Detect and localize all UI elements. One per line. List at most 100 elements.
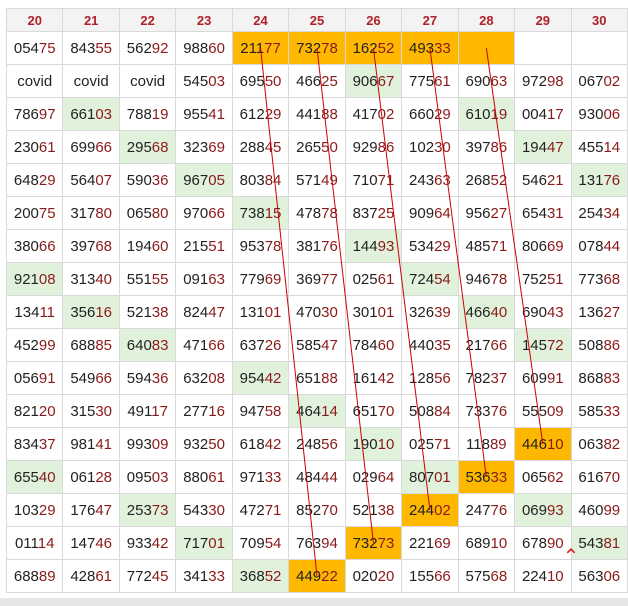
column-header: 22 bbox=[118, 8, 177, 32]
result-cell: 45514 bbox=[570, 130, 628, 164]
result-cell: 02561 bbox=[344, 262, 403, 296]
result-cell: 15566 bbox=[401, 559, 459, 593]
result-cell: 24363 bbox=[401, 163, 459, 197]
result-cell: 64829 bbox=[5, 163, 64, 197]
result-cell: 16252 bbox=[344, 31, 403, 65]
result-cell: 46414 bbox=[288, 394, 346, 428]
result-cell: 56292 bbox=[118, 31, 177, 65]
column-header: 25 bbox=[288, 8, 346, 32]
result-cell: 38066 bbox=[5, 229, 64, 263]
table-row: 23061 69966 29568 32369 28845 26550 92986 10230… bbox=[5, 130, 628, 164]
result-cell: 61670 bbox=[570, 460, 628, 494]
result-cell: 32369 bbox=[175, 130, 233, 164]
result-cell: 82120 bbox=[5, 394, 64, 428]
result-cell: 19010 bbox=[344, 427, 403, 461]
result-cell: 24856 bbox=[288, 427, 346, 461]
result-cell: 35616 bbox=[62, 295, 120, 329]
result-cell: 68910 bbox=[457, 526, 516, 560]
chevron-up-icon[interactable]: ⌃ bbox=[560, 546, 582, 568]
result-cell: 44035 bbox=[401, 328, 459, 362]
result-cell: 39768 bbox=[62, 229, 120, 263]
result-cell: 57568 bbox=[457, 559, 516, 593]
result-cell: 68885 bbox=[62, 328, 120, 362]
result-cell: 77969 bbox=[231, 262, 290, 296]
result-cell bbox=[570, 31, 628, 65]
result-cell: 76394 bbox=[288, 526, 346, 560]
table-row: 68889 42861 77245 34133 36852 44922 02020 15566… bbox=[5, 559, 628, 593]
result-cell: 93006 bbox=[570, 97, 628, 131]
result-cell: 72454 bbox=[401, 262, 459, 296]
result-cell: 06580 bbox=[118, 196, 177, 230]
result-cell: 21551 bbox=[175, 229, 233, 263]
result-cell: 06562 bbox=[514, 460, 572, 494]
result-cell: 36852 bbox=[231, 559, 290, 593]
result-cell: 48444 bbox=[288, 460, 346, 494]
result-cell: 26852 bbox=[457, 163, 516, 197]
result-cell: 90667 bbox=[344, 64, 403, 98]
column-header: 24 bbox=[231, 8, 290, 32]
result-cell: 50886 bbox=[570, 328, 628, 362]
result-cell: 88061 bbox=[175, 460, 233, 494]
result-cell: 25373 bbox=[118, 493, 177, 527]
result-cell bbox=[514, 31, 572, 65]
result-cell: 47166 bbox=[175, 328, 233, 362]
table-row: 78697 66103 78819 95541 61229 44188 41702 66029… bbox=[5, 97, 628, 131]
result-cell: 38176 bbox=[288, 229, 346, 263]
result-cell: 93342 bbox=[118, 526, 177, 560]
result-cell: 29568 bbox=[118, 130, 177, 164]
result-cell: 13411 bbox=[5, 295, 64, 329]
result-cell: 44922 bbox=[288, 559, 346, 593]
table-row: 13411 35616 52138 82447 13101 47030 30101 32639… bbox=[5, 295, 628, 329]
result-cell: 14746 bbox=[62, 526, 120, 560]
result-cell: 99309 bbox=[118, 427, 177, 461]
result-cell: 54621 bbox=[514, 163, 572, 197]
result-cell: 82447 bbox=[175, 295, 233, 329]
result-cell: 02571 bbox=[401, 427, 459, 461]
result-cell: 47271 bbox=[231, 493, 290, 527]
result-cell: 49117 bbox=[118, 394, 177, 428]
result-cell: 90964 bbox=[401, 196, 459, 230]
result-cell: 34133 bbox=[175, 559, 233, 593]
result-cell: 58547 bbox=[288, 328, 346, 362]
result-cell: 97298 bbox=[514, 64, 572, 98]
column-header: 21 bbox=[62, 8, 120, 32]
result-cell: 24402 bbox=[401, 493, 459, 527]
result-cell: 47030 bbox=[288, 295, 346, 329]
result-cell: 66103 bbox=[62, 97, 120, 131]
result-cell: 66029 bbox=[401, 97, 459, 131]
result-cell: 61842 bbox=[231, 427, 290, 461]
result-cell: 44610 bbox=[514, 427, 572, 461]
table-row: covid covid covid 54503 69550 46625 90667 77561… bbox=[5, 64, 628, 98]
result-cell: 31340 bbox=[62, 262, 120, 296]
result-cell: 59436 bbox=[118, 361, 177, 395]
column-header: 28 bbox=[457, 8, 516, 32]
column-header: 30 bbox=[570, 8, 628, 32]
result-cell: 95541 bbox=[175, 97, 233, 131]
result-cell: 53633 bbox=[457, 460, 516, 494]
result-cell: 02020 bbox=[344, 559, 403, 593]
result-cell: 14493 bbox=[344, 229, 403, 263]
result-cell: 17647 bbox=[62, 493, 120, 527]
result-cell: 78237 bbox=[457, 361, 516, 395]
result-cell: 86883 bbox=[570, 361, 628, 395]
result-cell: 73376 bbox=[457, 394, 516, 428]
results-body: 05475 84355 56292 98860 21177 73278 16252 49333… bbox=[5, 31, 628, 593]
result-cell: 10230 bbox=[401, 130, 459, 164]
result-cell: 60991 bbox=[514, 361, 572, 395]
result-cell: 97133 bbox=[231, 460, 290, 494]
table-row: 65540 06128 09503 88061 97133 48444 02964 80701… bbox=[5, 460, 628, 494]
result-cell: 68889 bbox=[5, 559, 64, 593]
horizontal-scrollbar[interactable] bbox=[0, 598, 628, 606]
result-cell: 21766 bbox=[457, 328, 516, 362]
table-row: 10329 17647 25373 54330 47271 85270 52138 24402… bbox=[5, 493, 628, 527]
result-cell: 06993 bbox=[514, 493, 572, 527]
result-cell: 52138 bbox=[344, 493, 403, 527]
table-row: 05475 84355 56292 98860 21177 73278 16252 49333 bbox=[5, 31, 628, 65]
result-cell: 30101 bbox=[344, 295, 403, 329]
result-cell: 65188 bbox=[288, 361, 346, 395]
result-cell: 09503 bbox=[118, 460, 177, 494]
result-cell: 78819 bbox=[118, 97, 177, 131]
result-cell: 95378 bbox=[231, 229, 290, 263]
result-cell: 71071 bbox=[344, 163, 403, 197]
result-cell: 77561 bbox=[401, 64, 459, 98]
